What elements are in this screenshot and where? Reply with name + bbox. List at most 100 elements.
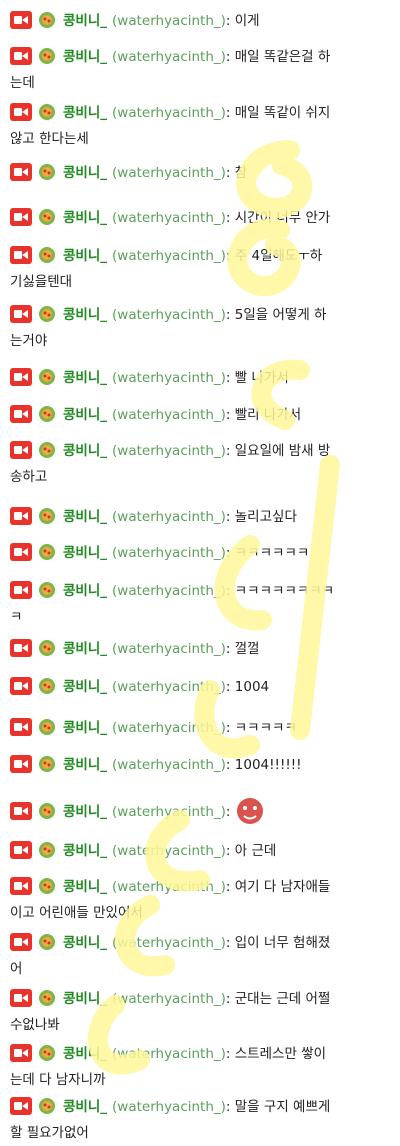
username[interactable]: 콩비니_ <box>63 105 107 121</box>
user-login[interactable]: (waterhyacinth_) <box>112 641 226 657</box>
message-text: 수없나봐 <box>10 1017 60 1033</box>
rice-ball-emoji-icon <box>37 304 57 324</box>
username[interactable]: 콩비니_ <box>63 679 107 695</box>
message-text: 어 <box>10 961 23 977</box>
user-login[interactable]: (waterhyacinth_) <box>112 935 226 951</box>
message-separator: : <box>225 370 235 386</box>
username[interactable]: 콩비니_ <box>63 13 107 29</box>
chat-message: 콩비니_ (waterhyacinth_): 5일을 어떻게 하 는거야 <box>10 302 390 354</box>
message-text: 주 4일해도ㅜ하 <box>234 248 323 264</box>
username[interactable]: 콩비니_ <box>63 509 107 525</box>
username[interactable]: 콩비니_ <box>63 443 107 459</box>
message-separator: : <box>225 307 235 323</box>
message-separator: : <box>225 407 235 423</box>
user-login[interactable]: (waterhyacinth_) <box>112 843 226 859</box>
message-separator: : <box>225 248 235 264</box>
chat-message: 콩비니_ (waterhyacinth_): 매일 똑같은걸 하 는데 <box>10 44 390 96</box>
message-separator: : <box>225 935 235 951</box>
message-text: 기싫을텐대 <box>10 274 73 290</box>
video-camera-badge-icon <box>10 507 32 525</box>
rice-ball-emoji-icon <box>37 676 57 696</box>
message-text: 일요일에 밤새 방 <box>234 443 331 459</box>
user-login[interactable]: (waterhyacinth_) <box>112 407 226 423</box>
rice-ball-emoji-icon <box>37 876 57 896</box>
video-camera-badge-icon <box>10 405 32 423</box>
user-login[interactable]: (waterhyacinth_) <box>112 210 226 226</box>
chat-message: 콩비니_ (waterhyacinth_): <box>10 796 390 826</box>
message-separator: : <box>225 545 235 561</box>
message-text: 말을 구지 예쁘게 <box>234 1099 331 1115</box>
username[interactable]: 콩비니_ <box>63 407 107 423</box>
username[interactable]: 콩비니_ <box>63 991 107 1007</box>
user-login[interactable]: (waterhyacinth_) <box>112 545 226 561</box>
chat-message: 콩비니_ (waterhyacinth_): 이게 <box>10 8 390 34</box>
user-login[interactable]: (waterhyacinth_) <box>112 370 226 386</box>
user-login[interactable]: (waterhyacinth_) <box>112 1099 226 1115</box>
rice-ball-emoji-icon <box>37 801 57 821</box>
user-login[interactable]: (waterhyacinth_) <box>112 307 226 323</box>
user-login[interactable]: (waterhyacinth_) <box>112 991 226 1007</box>
rice-ball-emoji-icon <box>37 245 57 265</box>
video-camera-badge-icon <box>10 677 32 695</box>
rice-ball-emoji-icon <box>37 440 57 460</box>
chat-message: 콩비니_ (waterhyacinth_): 1004!!!!!! <box>10 752 390 778</box>
user-login[interactable]: (waterhyacinth_) <box>112 443 226 459</box>
message-separator: : <box>225 210 235 226</box>
message-text: 빨리 나가서 <box>234 407 302 423</box>
username[interactable]: 콩비니_ <box>63 248 107 264</box>
user-login[interactable]: (waterhyacinth_) <box>112 1046 226 1062</box>
username[interactable]: 콩비니_ <box>63 210 107 226</box>
user-login[interactable]: (waterhyacinth_) <box>112 879 226 895</box>
rice-ball-emoji-icon <box>37 506 57 526</box>
chat-message: 콩비니_ (waterhyacinth_): 1004 <box>10 674 390 700</box>
rice-ball-emoji-icon <box>37 1043 57 1063</box>
user-login[interactable]: (waterhyacinth_) <box>112 679 226 695</box>
username[interactable]: 콩비니_ <box>63 804 107 820</box>
username[interactable]: 콩비니_ <box>63 49 107 65</box>
username[interactable]: 콩비니_ <box>63 1046 107 1062</box>
username[interactable]: 콩비니_ <box>63 641 107 657</box>
username[interactable]: 콩비니_ <box>63 879 107 895</box>
message-separator: : <box>225 720 235 736</box>
video-camera-badge-icon <box>10 305 32 323</box>
user-login[interactable]: (waterhyacinth_) <box>112 165 226 181</box>
chat-message: 콩비니_ (waterhyacinth_): 스트레스만 쌓이 는데 다 남자니까 <box>10 1041 390 1093</box>
user-login[interactable]: (waterhyacinth_) <box>112 49 226 65</box>
message-separator: : <box>225 1099 235 1115</box>
user-login[interactable]: (waterhyacinth_) <box>112 720 226 736</box>
username[interactable]: 콩비니_ <box>63 165 107 181</box>
user-login[interactable]: (waterhyacinth_) <box>112 583 226 599</box>
user-login[interactable]: (waterhyacinth_) <box>112 757 226 773</box>
user-login[interactable]: (waterhyacinth_) <box>112 804 226 820</box>
username[interactable]: 콩비니_ <box>63 843 107 859</box>
rice-ball-emoji-icon <box>37 404 57 424</box>
user-login[interactable]: (waterhyacinth_) <box>112 509 226 525</box>
user-login[interactable]: (waterhyacinth_) <box>112 13 226 29</box>
video-camera-badge-icon <box>10 103 32 121</box>
username[interactable]: 콩비니_ <box>63 1099 107 1115</box>
rice-ball-emoji-icon <box>37 754 57 774</box>
video-camera-badge-icon <box>10 543 32 561</box>
message-separator: : <box>225 879 235 895</box>
username[interactable]: 콩비니_ <box>63 307 107 323</box>
message-text: ㅋㅋㅋㅋㅋ <box>234 720 297 736</box>
chat-message: 콩비니_ (waterhyacinth_): ㅋㅋㅋㅋㅋㅋ <box>10 540 390 566</box>
message-text: 참 <box>234 165 248 181</box>
video-camera-badge-icon <box>10 163 32 181</box>
username[interactable]: 콩비니_ <box>63 935 107 951</box>
message-text: 스트레스만 쌓이 <box>234 1046 326 1062</box>
video-camera-badge-icon <box>10 802 32 820</box>
username[interactable]: 콩비니_ <box>63 583 107 599</box>
user-login[interactable]: (waterhyacinth_) <box>112 248 226 264</box>
rice-ball-emoji-icon <box>37 102 57 122</box>
red-face-emote-icon <box>235 796 265 826</box>
user-login[interactable]: (waterhyacinth_) <box>112 105 226 121</box>
username[interactable]: 콩비니_ <box>63 545 107 561</box>
username[interactable]: 콩비니_ <box>63 757 107 773</box>
chat-message: 콩비니_ (waterhyacinth_): 시간이 너무 안가 <box>10 205 390 231</box>
video-camera-badge-icon <box>10 1044 32 1062</box>
rice-ball-emoji-icon <box>37 367 57 387</box>
username[interactable]: 콩비니_ <box>63 720 107 736</box>
username[interactable]: 콩비니_ <box>63 370 107 386</box>
message-separator: : <box>225 1046 235 1062</box>
